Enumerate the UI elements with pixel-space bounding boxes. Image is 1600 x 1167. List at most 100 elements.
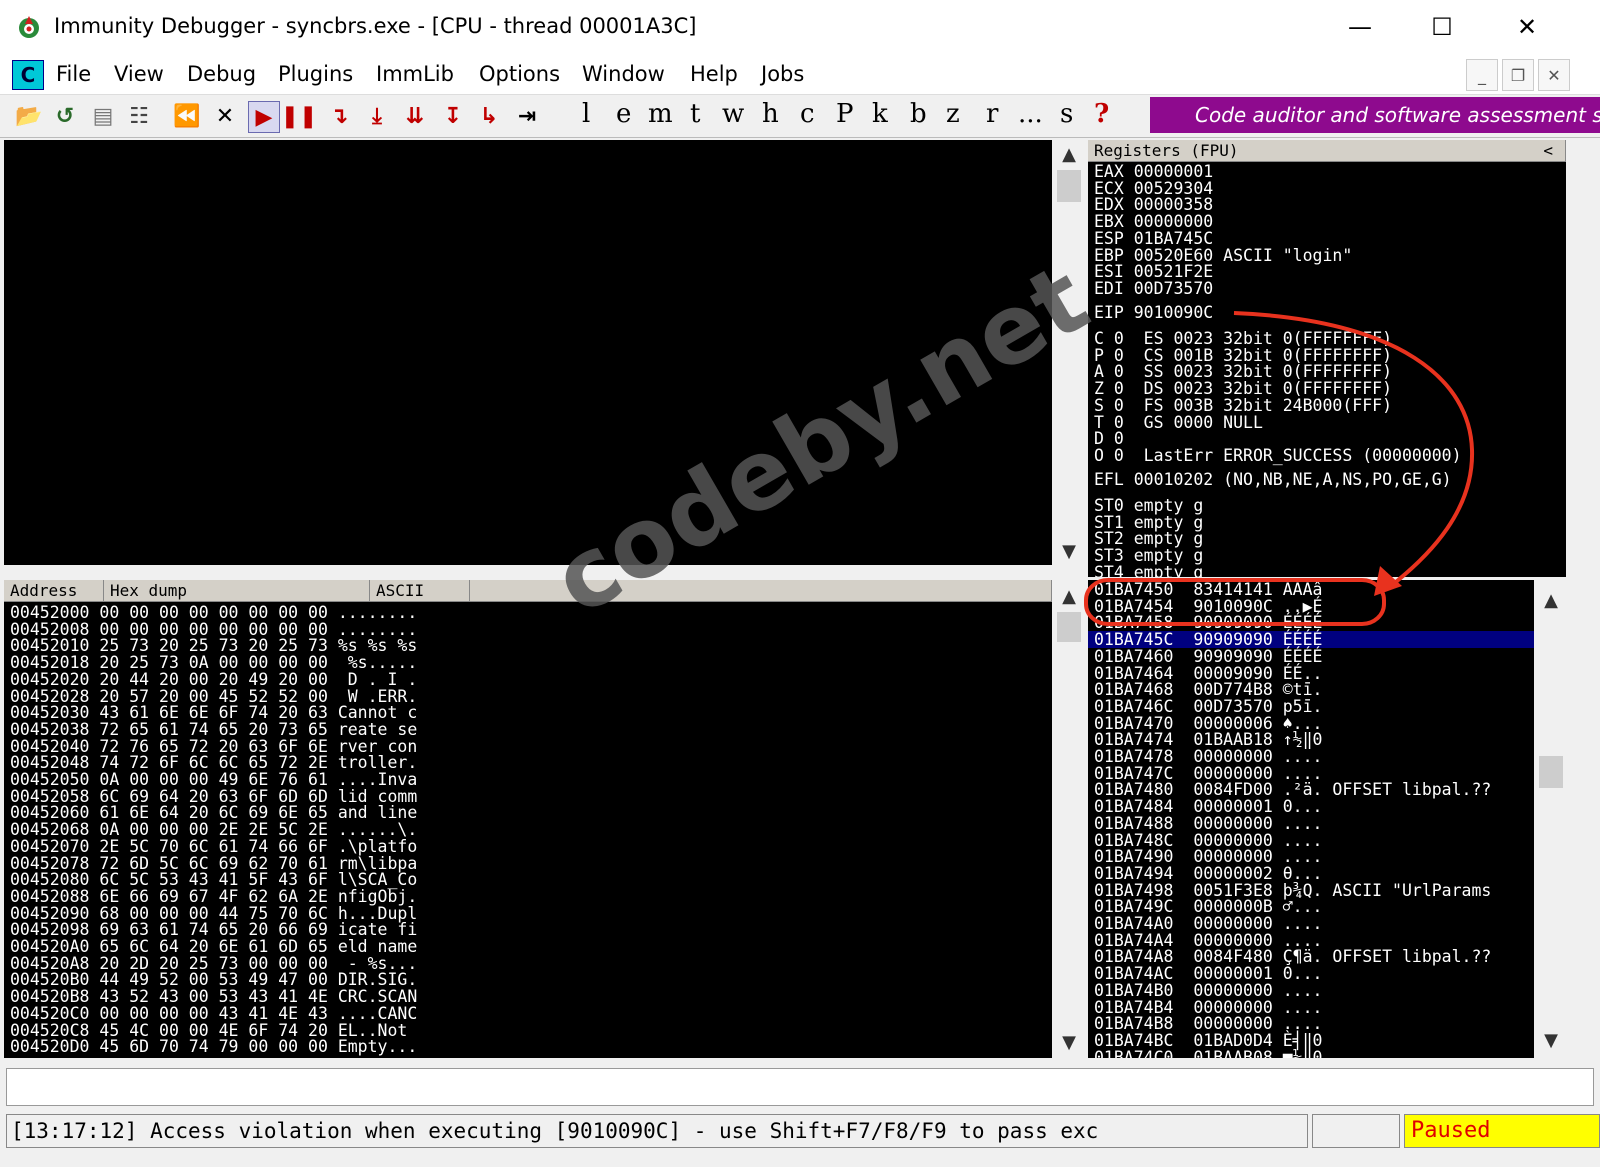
- stack-row[interactable]: 01BA7460 90909090 ÉÉÉÉ: [1094, 648, 1322, 665]
- stack-row[interactable]: 01BA7470 00000006 ♠...: [1094, 715, 1322, 732]
- toolbar-references-button[interactable]: r: [986, 99, 998, 129]
- register-row[interactable]: ESP 01BA745C: [1094, 230, 1213, 247]
- register-row[interactable]: EAX 00000001: [1094, 163, 1213, 180]
- disassembly-scrollbar[interactable]: ▲ ▼: [1054, 140, 1084, 565]
- register-row[interactable]: ECX 00529304: [1094, 180, 1213, 197]
- fpu-row[interactable]: ST3 empty g: [1094, 547, 1203, 564]
- stack-row[interactable]: 01BA74B8 00000000 ....: [1094, 1015, 1322, 1032]
- dump-row[interactable]: 00452090 68 00 00 00 44 75 70 6C h...Dup…: [10, 905, 417, 922]
- dump-row[interactable]: 00452018 20 25 73 0A 00 00 00 00 %s.....: [10, 654, 417, 671]
- restart-icon[interactable]: ↺: [50, 101, 80, 131]
- scroll-up-icon[interactable]: ▲: [1054, 582, 1084, 610]
- dump-row[interactable]: 00452010 25 73 20 25 73 20 25 73 %s %s %…: [10, 637, 417, 654]
- stack-row[interactable]: 01BA74B4 00000000 ....: [1094, 999, 1322, 1016]
- flag-row[interactable]: C 0 ES 0023 32bit 0(FFFFFFFF): [1094, 330, 1392, 347]
- open-folder-icon[interactable]: 📂: [14, 101, 44, 131]
- toolbar-memory-button[interactable]: m: [648, 99, 673, 129]
- scroll-up-icon[interactable]: ▲: [1054, 140, 1084, 168]
- toolbar-cpu-button[interactable]: c: [800, 99, 815, 129]
- toolbar-executable-button[interactable]: e: [616, 99, 631, 129]
- maximize-button[interactable]: ☐: [1412, 6, 1472, 48]
- stack-scrollbar[interactable]: ▲ ▼: [1536, 580, 1566, 1058]
- register-row[interactable]: EDX 00000358: [1094, 196, 1213, 213]
- dump-row[interactable]: 004520A0 65 6C 64 20 6E 61 6D 65 eld nam…: [10, 938, 417, 955]
- rewind-icon[interactable]: ⏪: [172, 101, 202, 131]
- attach-icon[interactable]: ☷: [124, 101, 154, 131]
- stack-row[interactable]: 01BA74C0 01BAAB08 ■½‖0: [1094, 1049, 1322, 1058]
- register-row[interactable]: EDI 00D73570: [1094, 280, 1213, 297]
- stack-row[interactable]: 01BA746C 00D73570 p5ī.: [1094, 698, 1322, 715]
- stack-pane[interactable]: 01BA7450 83414141 AAAâ 01BA7454 9010090C …: [1088, 580, 1534, 1058]
- toolbar-windows-button[interactable]: w: [722, 99, 744, 129]
- stack-row[interactable]: 01BA749C 0000000B ♂...: [1094, 898, 1322, 915]
- scroll-down-icon[interactable]: ▼: [1054, 1028, 1084, 1056]
- dump-row[interactable]: 00452038 72 65 61 74 65 20 73 65 reate s…: [10, 721, 417, 738]
- step-into-icon[interactable]: ↴: [324, 101, 354, 131]
- toolbar-help-button[interactable]: ?: [1094, 99, 1109, 129]
- stack-row[interactable]: 01BA7488 00000000 ....: [1094, 815, 1322, 832]
- scroll-down-icon[interactable]: ▼: [1536, 1026, 1566, 1054]
- stack-row[interactable]: 01BA745C 90909090 ÉÉÉÉ: [1088, 631, 1534, 649]
- dump-row[interactable]: 004520C8 45 4C 00 00 4E 6F 74 20 EL..Not: [10, 1022, 417, 1039]
- stack-row[interactable]: 01BA7464 00009090 ÉÉ..: [1094, 665, 1322, 682]
- minimize-button[interactable]: —: [1330, 6, 1390, 48]
- menu-window[interactable]: Window: [582, 62, 665, 86]
- dump-row[interactable]: 00452048 74 72 6F 6C 6C 65 72 2E troller…: [10, 754, 417, 771]
- dump-row[interactable]: 004520B0 44 49 52 00 53 49 47 00 DIR.SIG…: [10, 971, 417, 988]
- stack-row[interactable]: 01BA7474 01BAAB18 ↑½‖0: [1094, 731, 1322, 748]
- toolbar-source-button[interactable]: s: [1060, 99, 1073, 129]
- dump-row[interactable]: 00452028 20 57 20 00 45 52 52 00 W .ERR.: [10, 688, 417, 705]
- toolbar-callstack-button[interactable]: k: [872, 99, 888, 129]
- fpu-row[interactable]: ST1 empty g: [1094, 514, 1203, 531]
- toolbar-patches-button[interactable]: P: [836, 99, 854, 129]
- stack-row[interactable]: 01BA74A4 00000000 ....: [1094, 932, 1322, 949]
- menu-view[interactable]: View: [114, 62, 164, 86]
- dump-row[interactable]: 00452060 61 6E 64 20 6C 69 6E 65 and lin…: [10, 804, 417, 821]
- dump-pane[interactable]: Address Hex dump ASCII 00452000 00 00 00…: [4, 580, 1052, 1058]
- stack-row[interactable]: 01BA7478 00000000 ....: [1094, 748, 1322, 765]
- stack-row[interactable]: 01BA7484 00000001 0...: [1094, 798, 1322, 815]
- menu-jobs[interactable]: Jobs: [761, 62, 804, 86]
- dump-header-address[interactable]: Address: [4, 580, 104, 602]
- trace-over-icon[interactable]: ↧: [438, 101, 468, 131]
- stack-row[interactable]: 01BA747C 00000000 ....: [1094, 765, 1322, 782]
- stack-row[interactable]: 01BA7458 90909090 ÉÉÉÉ: [1094, 614, 1322, 631]
- dump-scrollbar[interactable]: ▲ ▼: [1054, 580, 1084, 1058]
- menu-immlib[interactable]: ImmLib: [376, 62, 454, 86]
- toolbar-log-button[interactable]: l: [582, 99, 590, 129]
- fpu-row[interactable]: ST0 empty g: [1094, 497, 1203, 514]
- flag-row[interactable]: T 0 GS 0000 NULL: [1094, 414, 1263, 431]
- stack-row[interactable]: 01BA7454 9010090C ..▶É: [1094, 598, 1322, 615]
- menu-debug[interactable]: Debug: [187, 62, 256, 86]
- fpu-row[interactable]: ST2 empty g: [1094, 530, 1203, 547]
- scroll-thumb[interactable]: [1057, 170, 1081, 202]
- flag-row[interactable]: O 0 LastErr ERROR_SUCCESS (00000000): [1094, 447, 1462, 464]
- dump-row[interactable]: 004520C0 00 00 00 00 43 41 4E 43 ....CAN…: [10, 1005, 417, 1022]
- stack-row[interactable]: 01BA7498 0051F3E8 þ¾Q. ASCII "UrlParams: [1094, 882, 1491, 899]
- dump-row[interactable]: 004520B8 43 52 43 00 53 43 41 4E CRC.SCA…: [10, 988, 417, 1005]
- dump-row[interactable]: 00452000 00 00 00 00 00 00 00 00 .......…: [10, 604, 417, 621]
- trace-into-icon[interactable]: ⇊: [400, 101, 430, 131]
- stack-row[interactable]: 01BA7450 83414141 AAAâ: [1094, 581, 1322, 598]
- scroll-thumb[interactable]: [1057, 612, 1081, 642]
- fpu-row[interactable]: ST4 empty g: [1094, 564, 1203, 577]
- menu-plugins[interactable]: Plugins: [278, 62, 353, 86]
- disassembly-pane[interactable]: [4, 140, 1052, 565]
- menu-help[interactable]: Help: [690, 62, 738, 86]
- dump-row[interactable]: 00452088 6E 66 69 67 4F 62 6A 2E nfigObj…: [10, 888, 417, 905]
- terminate-icon[interactable]: ✕: [210, 101, 240, 131]
- dump-row[interactable]: 00452050 0A 00 00 00 49 6E 76 61 ....Inv…: [10, 771, 417, 788]
- toolbar-breakpoints-button[interactable]: b: [910, 99, 927, 129]
- step-over-icon[interactable]: ⤓: [362, 101, 392, 131]
- stack-row[interactable]: 01BA74AC 00000001 0...: [1094, 965, 1322, 982]
- scroll-up-icon[interactable]: ▲: [1536, 586, 1566, 614]
- dump-row[interactable]: 004520A8 20 2D 20 25 73 00 00 00 - %s...: [10, 955, 417, 972]
- register-row[interactable]: ESI 00521F2E: [1094, 263, 1213, 280]
- register-eip[interactable]: EIP 9010090C: [1094, 304, 1213, 321]
- register-row[interactable]: EBX 00000000: [1094, 213, 1213, 230]
- dump-row[interactable]: 00452080 6C 5C 53 43 41 5F 43 6F l\SCA_C…: [10, 871, 417, 888]
- flag-row[interactable]: D 0: [1094, 430, 1124, 447]
- stack-row[interactable]: 01BA74A0 00000000 ....: [1094, 915, 1322, 932]
- dump-row[interactable]: 00452040 72 76 65 72 20 63 6F 6E rver co…: [10, 738, 417, 755]
- toolbar-handles-button[interactable]: h: [762, 99, 779, 129]
